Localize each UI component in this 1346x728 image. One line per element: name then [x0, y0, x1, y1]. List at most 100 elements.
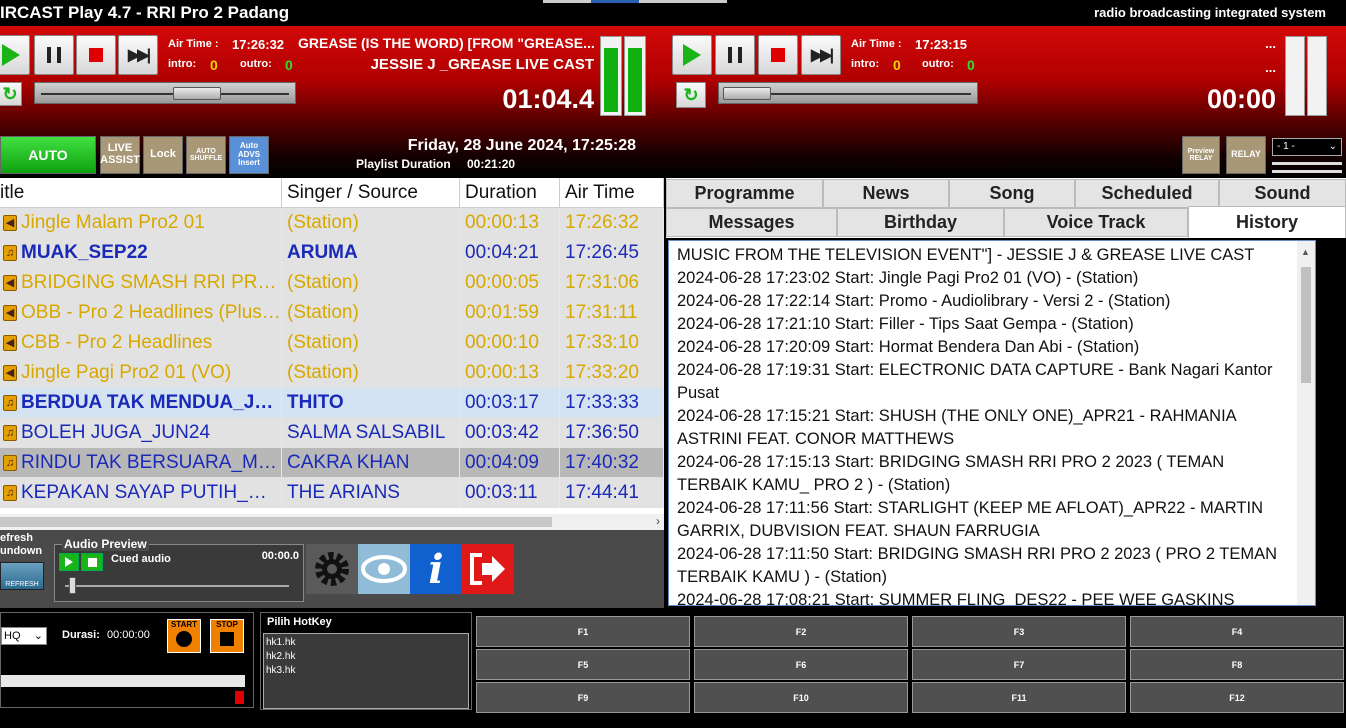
function-key-f5[interactable]: F5	[476, 649, 690, 680]
chevron-right-icon[interactable]: ›	[656, 514, 660, 528]
function-key-f2[interactable]: F2	[694, 616, 908, 647]
function-key-f7[interactable]: F7	[912, 649, 1126, 680]
quality-select[interactable]: HQ ⌄	[1, 627, 47, 645]
playlist-row[interactable]: ◀ OBB - Pro 2 Headlines (Plus ... (Station…	[0, 298, 664, 328]
player1-next-button[interactable]: ▶▶|	[118, 35, 158, 75]
player2-pause-button[interactable]	[715, 35, 755, 75]
function-key-f10[interactable]: F10	[694, 682, 908, 713]
playlist-cell-duration: 00:03:11	[460, 478, 560, 508]
history-vscrollbar[interactable]: ▲	[1297, 241, 1315, 605]
playlist-cell-air-time: 17:33:33	[560, 388, 664, 418]
player1-reload-button[interactable]: ↻	[0, 82, 22, 106]
playlist-row[interactable]: ◀ Jingle Pagi Pro2 01 (VO) (Station) 00:00:…	[0, 358, 664, 388]
player1-pause-button[interactable]	[34, 35, 74, 75]
player2-play-button[interactable]	[672, 35, 712, 75]
function-key-f8[interactable]: F8	[1130, 649, 1344, 680]
playlist-row[interactable]: ♫ RINDU TAK BERSUARA_MEI24 CAKRA KHAN 00:04…	[0, 448, 664, 478]
record-stop-button[interactable]: STOP	[210, 619, 244, 653]
hotkey-list[interactable]: hk1.hk hk2.hk hk3.hk	[263, 633, 469, 709]
tab-birthday[interactable]: Birthday	[837, 208, 1004, 237]
playlist-cell-title: BRIDGING SMASH RRI PRO ...	[17, 268, 282, 298]
playlist-cell-air-time: 17:26:45	[560, 238, 664, 268]
preview-play-button[interactable]	[59, 553, 79, 571]
player2-airtime: 17:23:15	[915, 37, 968, 52]
player2-stop-button[interactable]	[758, 35, 798, 75]
relay-button[interactable]: RELAY	[1226, 136, 1266, 174]
tab-scheduled[interactable]: Scheduled	[1075, 179, 1219, 208]
column-air-time[interactable]: Air Time	[560, 178, 664, 208]
function-key-f4[interactable]: F4	[1130, 616, 1344, 647]
hotkey-item[interactable]: hk3.hk	[266, 664, 295, 678]
info-button[interactable]: i	[410, 544, 462, 594]
player1-seek-slider[interactable]	[34, 82, 296, 104]
relay-select[interactable]: - 1 - ⌄	[1272, 138, 1342, 156]
tab-history[interactable]: History	[1188, 206, 1346, 238]
exit-button[interactable]	[462, 544, 514, 594]
tab-sound[interactable]: Sound	[1219, 179, 1346, 208]
tab-programme[interactable]: Programme	[666, 179, 823, 208]
hotkey-item[interactable]: hk2.hk	[266, 650, 295, 664]
auto-advs-insert-button[interactable]: Auto ADVS Insert	[229, 136, 269, 174]
function-key-f1[interactable]: F1	[476, 616, 690, 647]
settings-button[interactable]	[306, 544, 358, 594]
column-title[interactable]: itle	[0, 178, 282, 208]
live-assist-button[interactable]: LIVE ASSIST	[100, 136, 140, 174]
player2-reload-button[interactable]: ↻	[676, 82, 706, 108]
playlist-row[interactable]: ◀ CBB - Pro 2 Headlines (Station) 00:00:10 1…	[0, 328, 664, 358]
lock-button[interactable]: Lock	[143, 136, 183, 174]
quality-value: HQ	[4, 630, 21, 642]
preview-slider-track[interactable]	[65, 585, 289, 587]
player2-seek-slider[interactable]	[718, 82, 978, 104]
scrollbar-thumb[interactable]	[1301, 267, 1311, 383]
tab-news[interactable]: News	[823, 179, 949, 208]
stop-icon	[87, 557, 97, 567]
preview-stop-button[interactable]	[81, 553, 103, 571]
playlist-row[interactable]: ◀ BRIDGING SMASH RRI PRO ... (Station) 00:0…	[0, 268, 664, 298]
play-icon	[65, 557, 73, 567]
refresh-rundown-button[interactable]: REFRESH	[0, 562, 44, 590]
durasi-label: Durasi:	[62, 629, 100, 641]
chevron-up-icon[interactable]: ▲	[1301, 247, 1310, 257]
tab-messages[interactable]: Messages	[666, 208, 837, 237]
durasi-value: 00:00:00	[107, 629, 150, 641]
auto-shuffle-button[interactable]: AUTO SHUFFLE	[186, 136, 226, 174]
scrollbar-thumb[interactable]	[0, 517, 552, 527]
playlist-row[interactable]: ♫ MUAK_SEP22 ARUMA 00:04:21 17:26:45	[0, 238, 664, 268]
player1-play-button[interactable]	[0, 35, 30, 75]
skip-next-icon: ▶▶|	[810, 47, 834, 64]
slider-knob[interactable]	[723, 87, 771, 100]
function-key-f3[interactable]: F3	[912, 616, 1126, 647]
function-key-f6[interactable]: F6	[694, 649, 908, 680]
playlist-row[interactable]: ♫ KEPAKAN SAYAP PUTIH_MEI... THE ARIANS 00:…	[0, 478, 664, 508]
playlist-row[interactable]: ♫ BERDUA TAK MENDUA_JUL... THITO 00:03:17 17…	[0, 388, 664, 418]
playlist-table: itle Singer / Source Duration Air Time ◀…	[0, 178, 664, 530]
player1-vu-right	[624, 36, 646, 116]
record-start-button[interactable]: START	[167, 619, 201, 653]
column-duration[interactable]: Duration	[460, 178, 560, 208]
auto-mode-button[interactable]: AUTO	[0, 136, 96, 174]
function-key-f11[interactable]: F11	[912, 682, 1126, 713]
preview-relay-button[interactable]: Preview RELAY	[1182, 136, 1220, 174]
playlist-hscrollbar[interactable]: ›	[0, 514, 664, 530]
hotkey-item[interactable]: hk1.hk	[266, 636, 295, 650]
tab-voice-track[interactable]: Voice Track	[1004, 208, 1188, 237]
preview-slider-knob[interactable]	[69, 577, 76, 594]
function-key-f12[interactable]: F12	[1130, 682, 1344, 713]
player2-vu-left	[1285, 36, 1305, 116]
slider-knob[interactable]	[173, 87, 221, 100]
player2-next-button[interactable]: ▶▶|	[801, 35, 841, 75]
column-source[interactable]: Singer / Source	[282, 178, 460, 208]
playlist-cell-air-time: 17:40:32	[560, 448, 664, 478]
playlist-row[interactable]: ◀ Jingle Malam Pro2 01 (Station) 00:00:13 17…	[0, 208, 664, 238]
window-tab-strip	[543, 0, 591, 3]
playlist-cell-duration: 00:01:59	[460, 298, 560, 328]
tab-song[interactable]: Song	[949, 179, 1075, 208]
function-key-f9[interactable]: F9	[476, 682, 690, 713]
player1-stop-button[interactable]	[76, 35, 116, 75]
playlist-row[interactable]: ♫ BOLEH JUGA_JUN24 SALMA SALSABIL 00:03:42 1…	[0, 418, 664, 448]
music-note-icon: ♫	[3, 425, 17, 441]
playlist-cell-air-time: 17:31:11	[560, 298, 664, 328]
recorder-panel: HQ ⌄ Durasi: 00:00:00 START STOP	[0, 612, 254, 708]
playlist-cell-air-time: 17:31:06	[560, 268, 664, 298]
preview-view-button[interactable]	[358, 544, 410, 594]
